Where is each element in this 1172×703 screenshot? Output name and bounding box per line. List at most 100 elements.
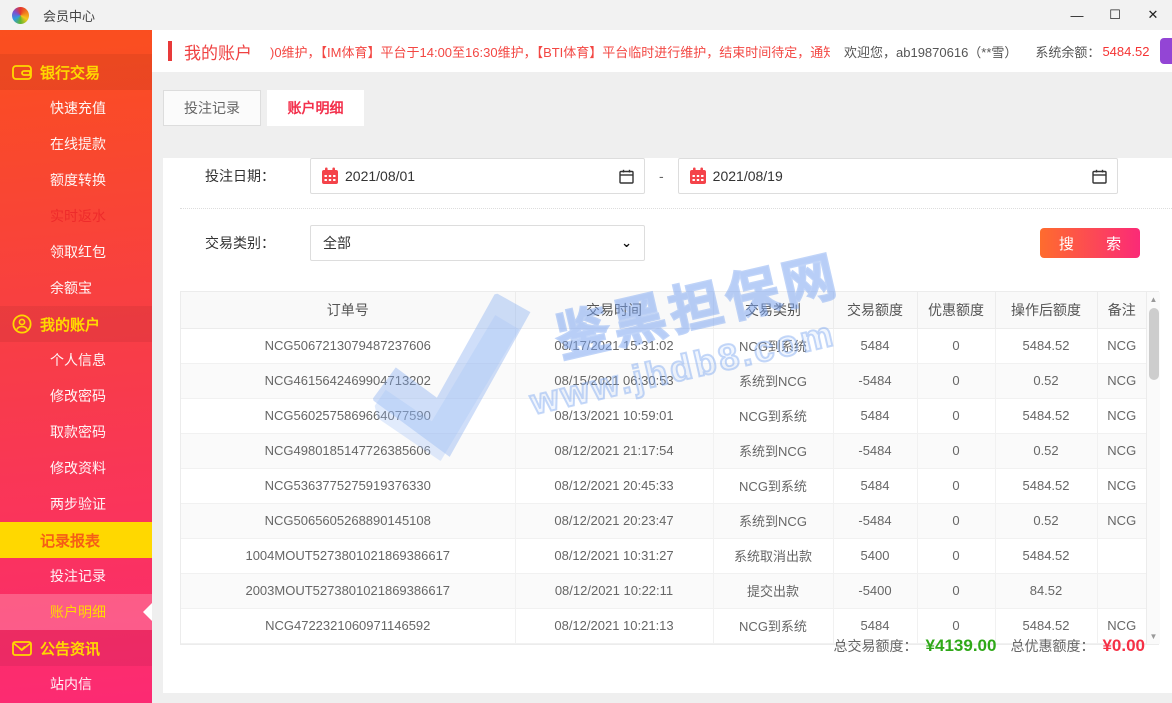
sidebar-header-records-report[interactable]: 记录报表	[0, 522, 152, 558]
table-cell: NCG	[1097, 363, 1146, 398]
sidebar-item-personal-info[interactable]: 个人信息	[0, 342, 152, 378]
table-cell: 84.52	[995, 573, 1097, 608]
notice-bar: 我的账户 )0维护，【IM体育】平台于14:00至16:30维护，【BTI体育】…	[152, 30, 1172, 72]
sidebar-item-realtime-rebate[interactable]: 实时返水	[0, 198, 152, 234]
sidebar-item-label: 两步验证	[50, 494, 106, 514]
total-trade-label: 总交易额度：	[834, 636, 918, 656]
type-filter-label: 交易类别：	[205, 233, 310, 253]
scrollbar-track[interactable]	[1147, 306, 1161, 630]
sidebar-header-my-account[interactable]: 我的账户	[0, 306, 152, 342]
side-widget-tab[interactable]	[1160, 38, 1172, 64]
table-cell: 系统到NCG	[713, 433, 833, 468]
table-cell: 2003MOUT5273801021869386617	[181, 573, 515, 608]
sidebar: 银行交易 快速充值 在线提款 额度转换 实时返水 领取红包 余额宝 我的账户 个…	[0, 30, 152, 703]
sidebar-item-bet-records[interactable]: 投注记录	[0, 558, 152, 594]
table-cell: 提交出款	[713, 573, 833, 608]
sidebar-header-bank-trade[interactable]: 银行交易	[0, 54, 152, 90]
table-cell: NCG	[1097, 328, 1146, 363]
trade-type-select[interactable]: 全部 ⌄	[310, 225, 645, 261]
table-row: NCG536377527591937633008/12/2021 20:45:3…	[181, 468, 1146, 503]
tab-strip: 投注记录 账户明细	[163, 90, 1172, 126]
calendar-icon	[321, 167, 339, 185]
tab-bet-records[interactable]: 投注记录	[163, 90, 261, 126]
table-row: NCG560257586966407759008/13/2021 10:59:0…	[181, 398, 1146, 433]
table-cell: NCG	[1097, 468, 1146, 503]
table-cell	[1097, 573, 1146, 608]
table-header-cell: 操作后额度	[995, 292, 1097, 328]
sidebar-item-change-password[interactable]: 修改密码	[0, 378, 152, 414]
window-title: 会员中心	[43, 6, 95, 25]
balance-label: 系统余额：	[1035, 42, 1100, 61]
search-button[interactable]: 搜 索	[1040, 228, 1140, 258]
date-to-input[interactable]: 2021/08/19	[678, 158, 1118, 194]
sidebar-item-site-mail[interactable]: 站内信	[0, 666, 152, 702]
date-range-separator: -	[659, 168, 664, 184]
close-button[interactable]: ✕	[1134, 0, 1172, 30]
scrollbar-thumb[interactable]	[1149, 308, 1159, 380]
table-header-cell: 优惠额度	[917, 292, 995, 328]
table-cell: NCG4615642469904713202	[181, 363, 515, 398]
type-filter-row: 交易类别： 全部 ⌄ 搜 索	[180, 225, 1172, 261]
table-header-cell: 交易类别	[713, 292, 833, 328]
table-cell: NCG5363775275919376330	[181, 468, 515, 503]
total-discount-value: ¥0.00	[1102, 636, 1145, 656]
table-cell: NCG到系统	[713, 468, 833, 503]
table-cell: NCG	[1097, 503, 1146, 538]
table-cell: -5484	[833, 363, 917, 398]
date-picker-icon[interactable]	[1092, 169, 1107, 184]
table-cell: 0	[917, 468, 995, 503]
table-row: 2003MOUT527380102186938661708/12/2021 10…	[181, 573, 1146, 608]
sidebar-item-red-packet[interactable]: 领取红包	[0, 234, 152, 270]
table-cell	[1097, 538, 1146, 573]
sidebar-item-yuebao[interactable]: 余额宝	[0, 270, 152, 306]
table-cell: 0	[917, 328, 995, 363]
table-cell: 系统到NCG	[713, 503, 833, 538]
calendar-icon	[689, 167, 707, 185]
sidebar-item-online-withdraw[interactable]: 在线提款	[0, 126, 152, 162]
table-body: NCG506721307948723760608/17/2021 15:31:0…	[181, 328, 1146, 643]
sidebar-item-label: 额度转换	[50, 170, 106, 190]
table-scrollbar[interactable]: ▲ ▼	[1146, 292, 1160, 644]
table-cell: 系统取消出款	[713, 538, 833, 573]
table-cell: 5484	[833, 398, 917, 433]
sidebar-item-label: 在线提款	[50, 134, 106, 154]
date-picker-icon[interactable]	[619, 169, 634, 184]
table-cell: 08/12/2021 21:17:54	[515, 433, 713, 468]
sidebar-item-quota-transfer[interactable]: 额度转换	[0, 162, 152, 198]
table-cell: NCG5067213079487237606	[181, 328, 515, 363]
table-row: NCG461564246990471320208/15/2021 06:30:5…	[181, 363, 1146, 398]
wallet-icon	[12, 62, 32, 82]
sidebar-item-account-detail[interactable]: 账户明细	[0, 594, 152, 630]
total-trade-value: ¥4139.00	[926, 636, 997, 656]
records-table-wrap: 订单号交易时间交易类别交易额度优惠额度操作后额度备注 NCG5067213079…	[180, 291, 1159, 645]
table-cell: 08/12/2021 20:45:33	[515, 468, 713, 503]
user-icon	[12, 314, 32, 334]
table-cell: 08/15/2021 06:30:53	[515, 363, 713, 398]
sidebar-item-edit-profile[interactable]: 修改资料	[0, 450, 152, 486]
table-cell: 5400	[833, 538, 917, 573]
page-title: 我的账户	[184, 39, 252, 64]
scroll-down-icon[interactable]: ▼	[1147, 630, 1161, 644]
table-cell: 08/17/2021 15:31:02	[515, 328, 713, 363]
sidebar-header-announcements[interactable]: 公告资讯	[0, 630, 152, 666]
table-cell: 0.52	[995, 363, 1097, 398]
sidebar-item-label: 快速充值	[50, 98, 106, 118]
table-cell: 1004MOUT5273801021869386617	[181, 538, 515, 573]
table-cell: NCG4722321060971146592	[181, 608, 515, 643]
table-cell: 5484.52	[995, 328, 1097, 363]
window-titlebar: 会员中心 — ☐ ✕	[0, 0, 1172, 30]
sidebar-item-withdraw-password[interactable]: 取款密码	[0, 414, 152, 450]
table-cell: NCG	[1097, 398, 1146, 433]
sidebar-item-label: 账户明细	[50, 602, 106, 622]
maximize-button[interactable]: ☐	[1096, 0, 1134, 30]
sidebar-item-label: 余额宝	[50, 278, 92, 298]
table-cell: 系统到NCG	[713, 363, 833, 398]
app-logo-icon	[12, 7, 29, 24]
sidebar-item-quick-deposit[interactable]: 快速充值	[0, 90, 152, 126]
date-from-input[interactable]: 2021/08/01	[310, 158, 645, 194]
table-cell: 08/13/2021 10:59:01	[515, 398, 713, 433]
minimize-button[interactable]: —	[1058, 0, 1096, 30]
sidebar-item-two-step-verify[interactable]: 两步验证	[0, 486, 152, 522]
tab-account-detail[interactable]: 账户明细	[267, 90, 364, 126]
scroll-up-icon[interactable]: ▲	[1147, 292, 1161, 306]
